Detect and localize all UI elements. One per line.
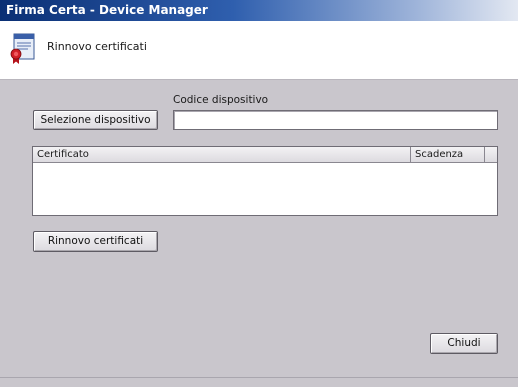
close-button[interactable]: Chiudi bbox=[430, 333, 498, 354]
device-code-field[interactable] bbox=[173, 110, 498, 130]
table-header: Certificato Scadenza bbox=[33, 147, 497, 163]
device-code-label: Codice dispositivo bbox=[173, 94, 269, 106]
column-header-expiry[interactable]: Scadenza bbox=[411, 147, 485, 162]
select-device-button[interactable]: Selezione dispositivo bbox=[33, 110, 158, 130]
page-title: Rinnovo certificati bbox=[47, 40, 147, 53]
column-header-certificate[interactable]: Certificato bbox=[33, 147, 411, 162]
renew-certificates-button[interactable]: Rinnovo certificati bbox=[33, 231, 158, 252]
certificates-table[interactable]: Certificato Scadenza bbox=[32, 146, 498, 216]
certificate-document-icon bbox=[10, 33, 38, 65]
window-titlebar[interactable]: Firma Certa - Device Manager bbox=[0, 0, 518, 21]
column-header-filler bbox=[485, 147, 497, 162]
device-manager-window: Firma Certa - Device Manager Rinnovo cer… bbox=[0, 0, 518, 387]
window-bottom-divider bbox=[0, 377, 518, 378]
page-header: Rinnovo certificati bbox=[0, 21, 518, 80]
